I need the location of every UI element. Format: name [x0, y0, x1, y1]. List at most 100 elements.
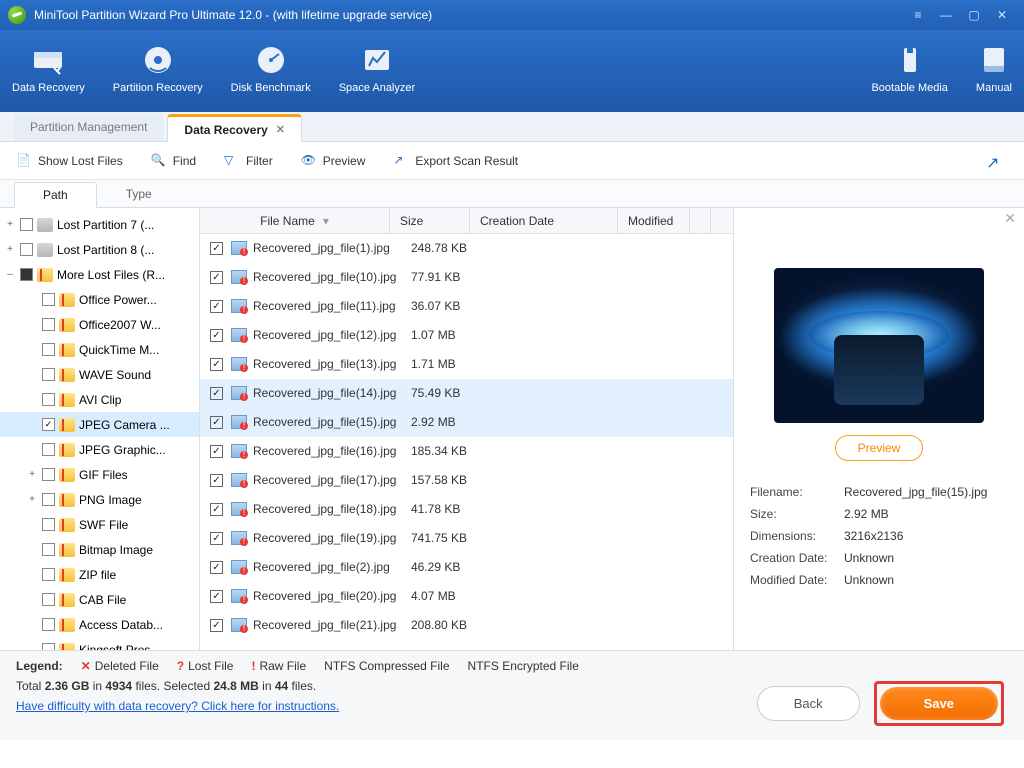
- tree-item[interactable]: ZIP file: [0, 562, 199, 587]
- file-checkbox[interactable]: ✓: [210, 590, 223, 603]
- tree-item[interactable]: Access Datab...: [0, 612, 199, 637]
- action-show-lost-files[interactable]: 📄Show Lost Files: [16, 153, 123, 169]
- tab-data-recovery[interactable]: Data Recovery✕: [167, 114, 302, 142]
- file-row[interactable]: ✓Recovered_jpg_file(2).jpg46.29 KB: [200, 553, 733, 582]
- file-checkbox[interactable]: ✓: [210, 242, 223, 255]
- file-checkbox[interactable]: ✓: [210, 619, 223, 632]
- file-row[interactable]: ✓Recovered_jpg_file(20).jpg4.07 MB: [200, 582, 733, 611]
- preview-button[interactable]: Preview: [835, 435, 924, 461]
- file-checkbox[interactable]: ✓: [210, 300, 223, 313]
- tree-item[interactable]: SWF File: [0, 512, 199, 537]
- tree-checkbox[interactable]: [42, 443, 55, 456]
- tree-item[interactable]: QuickTime M...: [0, 337, 199, 362]
- file-row[interactable]: ✓Recovered_jpg_file(19).jpg741.75 KB: [200, 524, 733, 553]
- tree-item[interactable]: +GIF Files: [0, 462, 199, 487]
- back-button[interactable]: Back: [757, 686, 860, 721]
- file-checkbox[interactable]: ✓: [210, 329, 223, 342]
- tree-checkbox[interactable]: [20, 268, 33, 281]
- ribbon-manual[interactable]: Manual: [976, 42, 1012, 94]
- menu-icon[interactable]: ≡: [904, 6, 932, 24]
- tab-close-icon[interactable]: ✕: [276, 123, 285, 136]
- tab-partition-management[interactable]: Partition Management: [14, 113, 163, 141]
- tree-item[interactable]: +Lost Partition 8 (...: [0, 237, 199, 262]
- tree-item[interactable]: Office Power...: [0, 287, 199, 312]
- action-export-right[interactable]: ↗: [986, 153, 1008, 169]
- tree-item[interactable]: WAVE Sound: [0, 362, 199, 387]
- file-row[interactable]: ✓Recovered_jpg_file(14).jpg75.49 KB: [200, 379, 733, 408]
- subtab-type[interactable]: Type: [97, 181, 181, 207]
- tree-item[interactable]: Kingsoft Pres...: [0, 637, 199, 650]
- file-rows[interactable]: ✓Recovered_jpg_file(1).jpg248.78 KB✓Reco…: [200, 234, 733, 650]
- tree-checkbox[interactable]: ✓: [42, 418, 55, 431]
- minimize-icon[interactable]: —: [932, 6, 960, 24]
- action-preview[interactable]: 👁Preview: [301, 153, 366, 169]
- tree-checkbox[interactable]: [20, 243, 33, 256]
- tree-checkbox[interactable]: [42, 543, 55, 556]
- tree-item[interactable]: –More Lost Files (R...: [0, 262, 199, 287]
- file-row[interactable]: ✓Recovered_jpg_file(16).jpg185.34 KB: [200, 437, 733, 466]
- ribbon-partition-recovery[interactable]: Partition Recovery: [113, 42, 203, 94]
- tree-checkbox[interactable]: [20, 218, 33, 231]
- tree-item[interactable]: JPEG Graphic...: [0, 437, 199, 462]
- file-row[interactable]: ✓Recovered_jpg_file(1).jpg248.78 KB: [200, 234, 733, 263]
- tree-checkbox[interactable]: [42, 393, 55, 406]
- tree-checkbox[interactable]: [42, 468, 55, 481]
- file-checkbox[interactable]: ✓: [210, 387, 223, 400]
- file-row[interactable]: ✓Recovered_jpg_file(17).jpg157.58 KB: [200, 466, 733, 495]
- folder-tree[interactable]: +Lost Partition 7 (...+Lost Partition 8 …: [0, 208, 200, 650]
- tree-checkbox[interactable]: [42, 343, 55, 356]
- tree-checkbox[interactable]: [42, 643, 55, 650]
- ribbon-space-analyzer[interactable]: Space Analyzer: [339, 42, 415, 94]
- expand-icon[interactable]: –: [4, 269, 16, 280]
- file-checkbox[interactable]: ✓: [210, 445, 223, 458]
- col-creation-date[interactable]: Creation Date: [470, 208, 618, 233]
- expand-icon[interactable]: +: [4, 244, 16, 255]
- col-size[interactable]: Size: [390, 208, 470, 233]
- tree-item[interactable]: +Lost Partition 7 (...: [0, 212, 199, 237]
- ribbon-disk-benchmark[interactable]: Disk Benchmark: [231, 42, 311, 94]
- tree-checkbox[interactable]: [42, 368, 55, 381]
- tree-item[interactable]: ✓JPEG Camera ...: [0, 412, 199, 437]
- file-row[interactable]: ✓Recovered_jpg_file(15).jpg2.92 MB: [200, 408, 733, 437]
- tree-checkbox[interactable]: [42, 568, 55, 581]
- tree-checkbox[interactable]: [42, 493, 55, 506]
- col-modified[interactable]: Modified: [618, 208, 690, 233]
- file-row[interactable]: ✓Recovered_jpg_file(21).jpg208.80 KB: [200, 611, 733, 640]
- col-filename[interactable]: File Name▾: [200, 208, 390, 233]
- expand-icon[interactable]: +: [4, 219, 16, 230]
- tree-checkbox[interactable]: [42, 518, 55, 531]
- tree-item[interactable]: Bitmap Image: [0, 537, 199, 562]
- file-checkbox[interactable]: ✓: [210, 271, 223, 284]
- tree-checkbox[interactable]: [42, 593, 55, 606]
- file-checkbox[interactable]: ✓: [210, 416, 223, 429]
- ribbon-data-recovery[interactable]: Data Recovery: [12, 42, 85, 94]
- file-checkbox[interactable]: ✓: [210, 474, 223, 487]
- file-checkbox[interactable]: ✓: [210, 561, 223, 574]
- file-row[interactable]: ✓Recovered_jpg_file(10).jpg77.91 KB: [200, 263, 733, 292]
- expand-icon[interactable]: +: [26, 469, 38, 480]
- tree-checkbox[interactable]: [42, 618, 55, 631]
- maximize-icon[interactable]: ▢: [960, 6, 988, 24]
- action-find[interactable]: 🔍Find: [151, 153, 196, 169]
- file-row[interactable]: ✓Recovered_jpg_file(11).jpg36.07 KB: [200, 292, 733, 321]
- tree-checkbox[interactable]: [42, 293, 55, 306]
- tree-item[interactable]: CAB File: [0, 587, 199, 612]
- file-row[interactable]: ✓Recovered_jpg_file(13).jpg1.71 MB: [200, 350, 733, 379]
- file-checkbox[interactable]: ✓: [210, 532, 223, 545]
- file-checkbox[interactable]: ✓: [210, 358, 223, 371]
- action-filter[interactable]: ▽Filter: [224, 153, 273, 169]
- file-checkbox[interactable]: ✓: [210, 503, 223, 516]
- save-button[interactable]: Save: [880, 687, 998, 720]
- tree-item[interactable]: AVI Clip: [0, 387, 199, 412]
- action-export[interactable]: ↗Export Scan Result: [393, 153, 518, 169]
- tree-checkbox[interactable]: [42, 318, 55, 331]
- ribbon-bootable-media[interactable]: Bootable Media: [871, 42, 947, 94]
- close-icon[interactable]: ✕: [988, 6, 1016, 24]
- subtab-path[interactable]: Path: [14, 182, 97, 208]
- tree-item[interactable]: Office2007 W...: [0, 312, 199, 337]
- expand-icon[interactable]: +: [26, 494, 38, 505]
- file-row[interactable]: ✓Recovered_jpg_file(18).jpg41.78 KB: [200, 495, 733, 524]
- file-row[interactable]: ✓Recovered_jpg_file(12).jpg1.07 MB: [200, 321, 733, 350]
- tree-item[interactable]: +PNG Image: [0, 487, 199, 512]
- preview-close-icon[interactable]: ✕: [1004, 210, 1016, 227]
